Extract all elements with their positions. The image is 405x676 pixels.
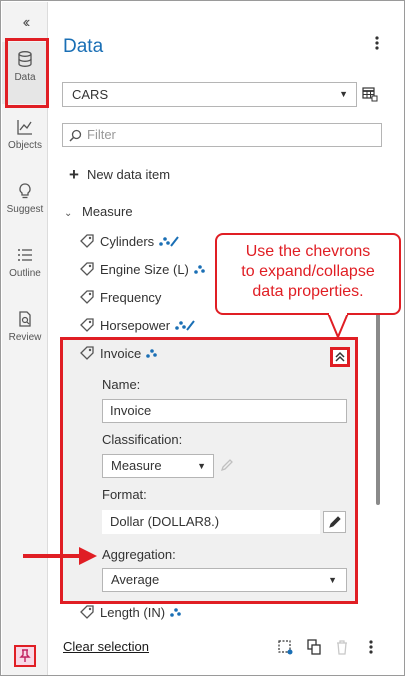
duplicate-icon[interactable] [306, 639, 322, 655]
annotation-arrow [23, 547, 97, 565]
chevron-down-icon: ▼ [328, 575, 337, 585]
new-data-item-button[interactable]: + New data item [69, 165, 170, 185]
aggregation-label: Aggregation: [102, 547, 176, 562]
tag-icon [80, 262, 94, 276]
search-icon [69, 129, 82, 142]
tag-icon [80, 605, 94, 619]
callout-line: data properties. [252, 283, 364, 300]
lightbulb-icon [19, 183, 31, 199]
plus-icon: + [69, 165, 79, 184]
tag-icon [80, 290, 94, 304]
data-pane-frame: ‹‹ Data Objects Suggest Outline Review D… [0, 0, 405, 676]
rail-item-label: Review [8, 332, 42, 343]
classification-label: Classification: [102, 432, 183, 447]
scrollbar[interactable] [376, 307, 380, 505]
list-item-horsepower[interactable]: Horsepower [79, 315, 196, 337]
chevron-down-icon: ⌄ [64, 208, 73, 219]
pin-pane-button[interactable] [14, 645, 36, 667]
classification-value: Measure [111, 458, 162, 473]
measure-icon [175, 320, 195, 331]
kebab-icon [375, 36, 379, 50]
chevron-up-double-icon [335, 351, 345, 362]
section-label: Measure [82, 204, 133, 219]
callout-pointer [327, 313, 349, 340]
chevron-down-icon: ▼ [339, 89, 348, 99]
list-item-engine-size[interactable]: Engine Size (L) [79, 259, 215, 281]
aggregation-value: Average [111, 572, 160, 587]
rail-item-suggest[interactable]: Suggest [2, 174, 48, 236]
callout-line: to expand/collapse [241, 263, 375, 280]
kebab-icon[interactable] [363, 639, 379, 655]
list-item-cylinders[interactable]: Cylinders [79, 231, 180, 253]
collapse-rail-button[interactable]: ‹‹ [14, 14, 36, 34]
data-source-value: CARS [72, 87, 109, 102]
delete-icon[interactable] [334, 639, 350, 655]
pencil-icon [220, 459, 233, 472]
name-field[interactable]: Invoice [102, 399, 347, 423]
pencil-icon [329, 516, 341, 528]
collapse-properties-button[interactable] [330, 347, 350, 367]
list-icon [18, 249, 32, 261]
item-label: Cylinders [100, 234, 155, 249]
database-icon [18, 51, 32, 67]
rail-item-label: Objects [8, 140, 42, 151]
filter-placeholder: Filter [87, 127, 116, 142]
tag-icon [80, 234, 94, 248]
item-label: Frequency [100, 290, 162, 305]
new-data-item-label: New data item [86, 167, 171, 182]
measure-icon [194, 265, 205, 274]
list-item-frequency[interactable]: Frequency [79, 287, 161, 309]
item-label: Length (IN) [100, 605, 166, 620]
rail-item-label: Outline [9, 268, 41, 279]
measure-icon [159, 236, 179, 247]
format-value: Dollar (DOLLAR8.) [102, 510, 320, 534]
measure-section-header[interactable]: ⌄ Measure [64, 204, 133, 219]
format-label: Format: [102, 487, 147, 502]
item-label: Engine Size (L) [100, 262, 189, 277]
rail-item-label: Suggest [6, 204, 44, 215]
tag-icon [80, 346, 94, 360]
table-grid-icon[interactable] [362, 86, 378, 102]
classification-select[interactable]: Measure ▼ [102, 454, 214, 478]
rail-item-data[interactable]: Data [2, 42, 48, 104]
filter-input[interactable]: Filter [62, 123, 382, 147]
clear-selection-link[interactable]: Clear selection [63, 639, 149, 654]
rail-item-label: Data [14, 72, 36, 83]
measure-icon [170, 608, 181, 617]
item-label: Horsepower [100, 318, 171, 333]
tag-icon [80, 318, 94, 332]
data-source-select[interactable]: CARS ▼ [62, 82, 357, 107]
review-icon [19, 311, 31, 327]
edit-format-button[interactable] [323, 511, 346, 533]
chart-line-icon [17, 120, 32, 135]
item-label: Invoice [100, 346, 142, 361]
name-label: Name: [102, 377, 141, 392]
data-pane: Data CARS ▼ Filter + New data item ⌄ Mea… [49, 2, 404, 675]
rail-item-outline[interactable]: Outline [2, 238, 48, 300]
measure-icon [146, 349, 158, 358]
chevron-down-icon: ▼ [197, 461, 206, 471]
pin-icon [19, 649, 31, 662]
callout-line: Use the chevrons [245, 243, 371, 260]
page-title: Data [63, 36, 104, 57]
rail-item-review[interactable]: Review [2, 302, 48, 364]
annotation-callout: Use the chevrons to expand/collapse data… [215, 233, 401, 315]
select-region-icon[interactable] [278, 639, 294, 655]
list-item-length[interactable]: Length (IN) [79, 602, 191, 624]
rail-item-objects[interactable]: Objects [2, 110, 48, 172]
left-rail: ‹‹ Data Objects Suggest Outline Review [2, 2, 49, 675]
list-item-invoice[interactable]: Invoice [79, 343, 167, 365]
aggregation-select[interactable]: Average ▼ [102, 568, 347, 592]
pane-menu-button[interactable] [369, 36, 385, 56]
